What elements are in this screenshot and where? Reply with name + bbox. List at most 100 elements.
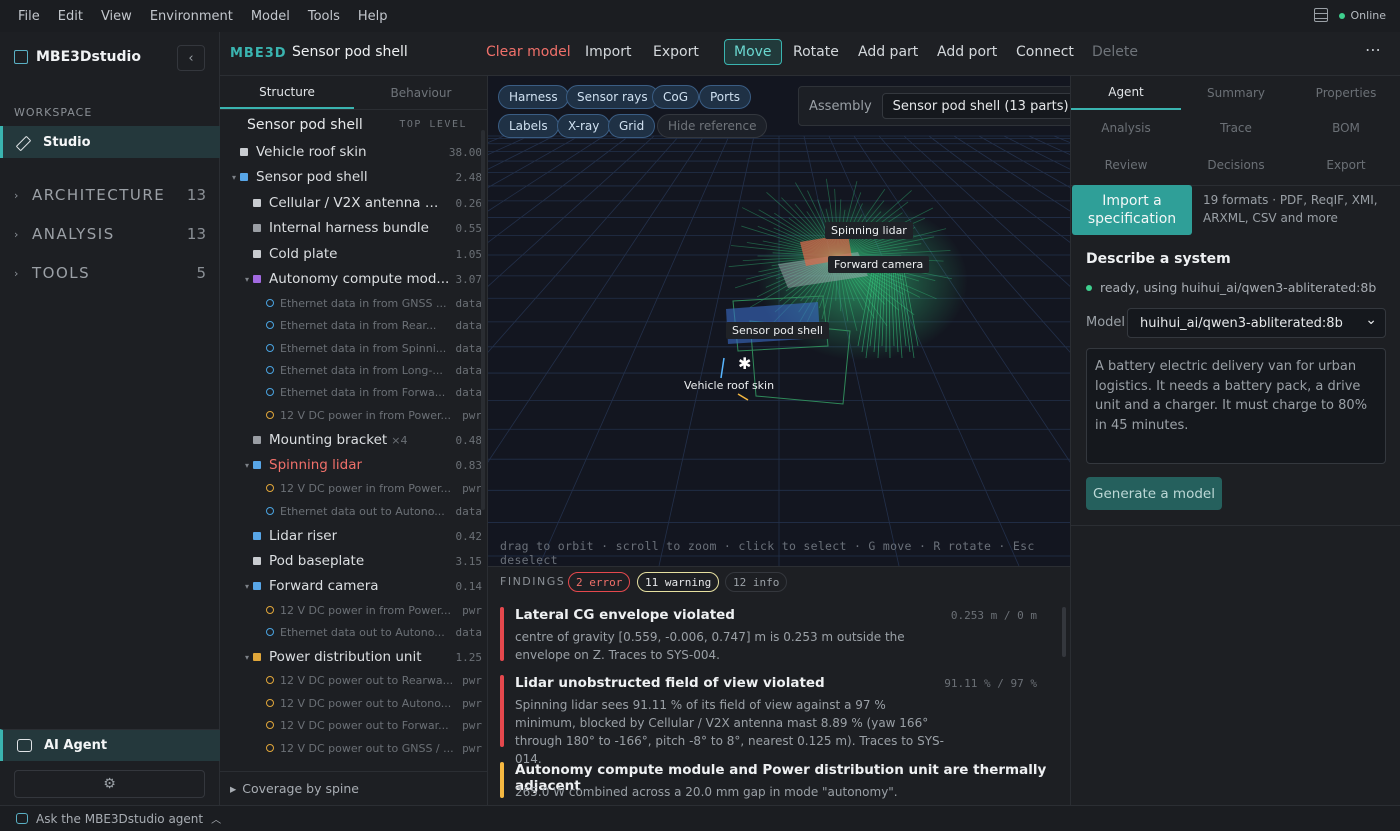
tree-port-row[interactable]: 12 V DC power out to GNSS / ... pwr xyxy=(220,737,482,759)
assembly-select[interactable]: Sensor pod shell (13 parts) xyxy=(881,93,1070,119)
tab-analysis[interactable]: Analysis xyxy=(1071,111,1181,145)
tab-properties[interactable]: Properties xyxy=(1291,76,1400,110)
sidebar-group-analysis[interactable]: › ANALYSIS 13 xyxy=(14,225,206,243)
findings-scrollbar[interactable] xyxy=(1062,607,1066,657)
tree-row-label: Vehicle roof skin xyxy=(256,144,367,160)
tree-port-row[interactable]: 12 V DC power out to Autono... pwr xyxy=(220,692,482,714)
tab-export[interactable]: Export xyxy=(1291,148,1400,182)
chip-hide-reference[interactable]: Hide reference xyxy=(657,114,768,138)
tree-root-label[interactable]: Sensor pod shell xyxy=(247,117,363,133)
info-count-badge[interactable]: 12 info xyxy=(725,572,788,592)
chip-ports[interactable]: Ports xyxy=(699,85,752,109)
label-forward-camera[interactable]: Forward camera xyxy=(828,256,930,273)
chevron-up-icon[interactable]: ︿ xyxy=(211,811,221,826)
3d-viewport[interactable]: ✱ Harness Sensor rays CoG Ports Labels X… xyxy=(488,76,1070,566)
chip-grid[interactable]: Grid xyxy=(608,114,656,138)
tree-part-row[interactable]: ▾ Autonomy compute mod... 3.07 xyxy=(220,268,482,290)
ask-agent-link[interactable]: Ask the MBE3Dstudio agent xyxy=(36,812,203,826)
menu-edit[interactable]: Edit xyxy=(49,9,92,24)
chip-sensor-rays[interactable]: Sensor rays xyxy=(566,85,659,109)
tree-part-row[interactable]: ▾ Forward camera 0.14 xyxy=(220,575,482,597)
tab-trace[interactable]: Trace xyxy=(1181,111,1291,145)
model-select[interactable]: huihui_ai/qwen3-abliterated:8b xyxy=(1127,308,1386,338)
clear-model-button[interactable]: Clear model xyxy=(486,44,571,60)
collapse-sidebar-button[interactable]: ‹ xyxy=(177,45,205,71)
warning-count-badge[interactable]: 11 warning xyxy=(637,572,720,592)
finding-item[interactable]: Autonomy compute module and Power distri… xyxy=(500,762,1055,799)
chip-cog[interactable]: CoG xyxy=(652,85,700,109)
tree-port-row[interactable]: 12 V DC power out to Rearwa... pwr xyxy=(220,669,482,691)
tree-port-row[interactable]: 12 V DC power in from Power... pwr xyxy=(220,477,482,499)
tree-part-row[interactable]: Vehicle roof skin 38.00 xyxy=(220,141,482,163)
tree-row-value: 3.07 xyxy=(455,272,483,286)
menu-tools[interactable]: Tools xyxy=(299,9,349,24)
menu-help[interactable]: Help xyxy=(349,9,397,24)
add-part-button[interactable]: Add part xyxy=(858,44,918,60)
more-options-icon[interactable]: ⋯ xyxy=(1365,40,1382,59)
tree-part-row[interactable]: Internal harness bundle 0.55 xyxy=(220,217,482,239)
menu-model[interactable]: Model xyxy=(242,9,299,24)
label-sensor-pod-shell[interactable]: Sensor pod shell xyxy=(726,322,829,339)
tree-port-row[interactable]: Ethernet data out to Autono... data xyxy=(220,500,482,522)
sidebar-item-ai-agent[interactable]: AI Agent xyxy=(0,729,220,761)
import-specification-button[interactable]: Import a specification xyxy=(1072,185,1192,235)
tree-part-row[interactable]: ▾ Spinning lidar 0.83 xyxy=(220,454,482,476)
tree-part-row[interactable]: ▾ Power distribution unit 1.25 xyxy=(220,646,482,668)
label-spinning-lidar[interactable]: Spinning lidar xyxy=(825,222,913,239)
tree-part-row[interactable]: Mounting bracket ×4 0.48 xyxy=(220,429,482,451)
sidebar-group-tools[interactable]: › TOOLS 5 xyxy=(14,264,206,282)
delete-button[interactable]: Delete xyxy=(1092,44,1138,60)
tree-part-row[interactable]: Cold plate 1.05 xyxy=(220,243,482,265)
finding-item[interactable]: Lateral CG envelope violated 0.253 m / 0… xyxy=(500,607,1055,662)
tree-port-row[interactable]: Ethernet data out to Autono... data xyxy=(220,621,482,643)
chevron-down-icon[interactable]: ▾ xyxy=(241,653,253,662)
tree-port-row[interactable]: 12 V DC power in from Power... pwr xyxy=(220,404,482,426)
tree-port-row[interactable]: Ethernet data in from GNSS ... data xyxy=(220,292,482,314)
label-vehicle-roof-skin[interactable]: Vehicle roof skin xyxy=(678,377,780,394)
tree-part-row[interactable]: ▾ Sensor pod shell 2.48 xyxy=(220,166,482,188)
system-description-input[interactable]: A battery electric delivery van for urba… xyxy=(1086,348,1386,464)
chevron-down-icon[interactable]: ▾ xyxy=(228,173,240,182)
settings-button[interactable]: ⚙ xyxy=(14,770,205,798)
chevron-down-icon[interactable]: ▾ xyxy=(241,461,253,470)
chevron-down-icon[interactable]: ▾ xyxy=(241,582,253,591)
layout-toggle-icon[interactable] xyxy=(1314,8,1328,22)
chevron-down-icon[interactable]: ▾ xyxy=(241,275,253,284)
tree-port-row[interactable]: Ethernet data in from Rear... data xyxy=(220,314,482,336)
generate-model-button[interactable]: Generate a model xyxy=(1086,477,1222,510)
coverage-by-spine-toggle[interactable]: ▸ Coverage by spine xyxy=(220,771,488,805)
tree-port-row[interactable]: 12 V DC power in from Power... pwr xyxy=(220,599,482,621)
sidebar-group-architecture[interactable]: › ARCHITECTURE 13 xyxy=(14,186,206,204)
scene-canvas[interactable]: ✱ xyxy=(488,76,1070,566)
menu-environment[interactable]: Environment xyxy=(141,9,242,24)
sidebar-item-studio[interactable]: Studio xyxy=(0,126,220,158)
chip-xray[interactable]: X-ray xyxy=(557,114,611,138)
tab-summary[interactable]: Summary xyxy=(1181,76,1291,110)
tree-port-row[interactable]: Ethernet data in from Long-... data xyxy=(220,359,482,381)
tab-decisions[interactable]: Decisions xyxy=(1181,148,1291,182)
chip-labels[interactable]: Labels xyxy=(498,114,559,138)
tree-port-row[interactable]: Ethernet data in from Forwa... data xyxy=(220,381,482,403)
tree-scrollbar[interactable] xyxy=(481,130,485,510)
menu-view[interactable]: View xyxy=(92,9,141,24)
tree-part-row[interactable]: Pod baseplate 3.15 xyxy=(220,550,482,572)
export-button[interactable]: Export xyxy=(653,44,699,60)
connect-button[interactable]: Connect xyxy=(1016,44,1074,60)
tree-part-row[interactable]: Cellular / V2X antenna m... 0.26 xyxy=(220,192,482,214)
error-count-badge[interactable]: 2 error xyxy=(568,572,631,592)
tab-agent[interactable]: Agent xyxy=(1071,76,1181,110)
finding-item[interactable]: Lidar unobstructed field of view violate… xyxy=(500,675,1055,766)
rotate-tool-button[interactable]: Rotate xyxy=(793,44,839,60)
tree-port-row[interactable]: Ethernet data in from Spinni... data xyxy=(220,337,482,359)
import-button[interactable]: Import xyxy=(585,44,631,60)
menu-file[interactable]: File xyxy=(0,9,49,24)
tab-bom[interactable]: BOM xyxy=(1291,111,1400,145)
tab-structure[interactable]: Structure xyxy=(220,76,354,109)
tab-review[interactable]: Review xyxy=(1071,148,1181,182)
move-tool-button[interactable]: Move xyxy=(724,39,782,65)
tab-behaviour[interactable]: Behaviour xyxy=(354,76,488,109)
tree-part-row[interactable]: Lidar riser 0.42 xyxy=(220,525,482,547)
add-port-button[interactable]: Add port xyxy=(937,44,997,60)
chip-harness[interactable]: Harness xyxy=(498,85,569,109)
tree-port-row[interactable]: 12 V DC power out to Forwar... pwr xyxy=(220,714,482,736)
